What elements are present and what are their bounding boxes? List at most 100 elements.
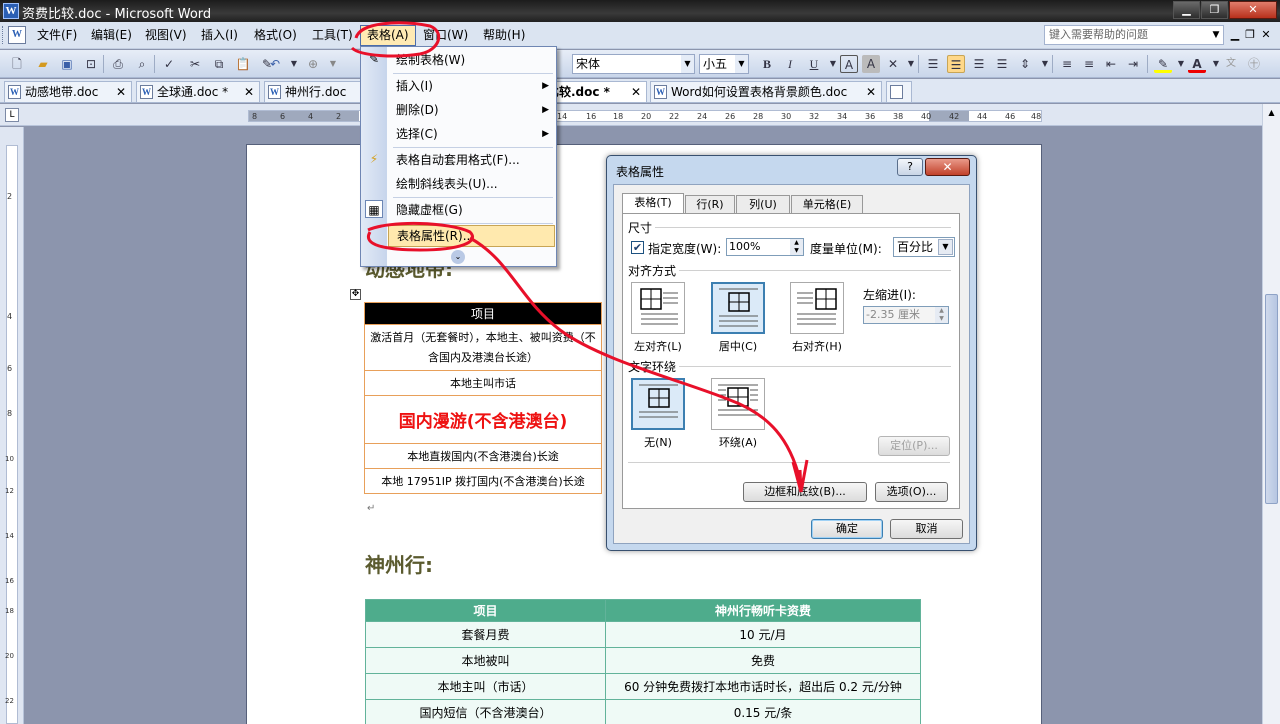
paste-icon[interactable]: 📋: [234, 55, 252, 73]
tab-selector-icon[interactable]: L: [5, 108, 19, 122]
copy-icon[interactable]: ⧉: [210, 55, 228, 73]
tab-close-icon[interactable]: ✕: [116, 82, 126, 102]
menu-item-insert[interactable]: 插入(I) ▶: [388, 75, 555, 97]
menu-tools[interactable]: 工具(T): [306, 25, 359, 46]
menu-format[interactable]: 格式(O): [248, 25, 303, 46]
close-button[interactable]: ✕: [1229, 1, 1277, 19]
tab-table[interactable]: 表格(T): [622, 193, 684, 214]
menu-window[interactable]: 窗口(W): [417, 25, 474, 46]
enclose-char-icon[interactable]: ㊉: [1245, 55, 1263, 73]
tab-dongganddidai[interactable]: W 动感地带.doc ✕: [4, 81, 132, 102]
save-icon[interactable]: ▣: [58, 55, 76, 73]
tab-close-icon[interactable]: ✕: [244, 82, 254, 102]
preferred-width-input[interactable]: 100% ▲ ▼: [726, 238, 804, 256]
tab-shenzhouxing[interactable]: W 神州行.doc: [264, 81, 361, 102]
print-icon[interactable]: ⎙: [109, 55, 127, 73]
hyperlink-icon[interactable]: ⊕: [304, 55, 322, 73]
decrease-indent-icon[interactable]: ⇤: [1102, 55, 1120, 73]
help-search-input[interactable]: 键入需要帮助的问题: [1044, 25, 1224, 45]
spin-down-icon[interactable]: ▼: [790, 247, 803, 255]
open-folder-icon[interactable]: ▰: [34, 55, 52, 73]
tab-close-icon[interactable]: ✕: [631, 82, 641, 102]
align-center-option[interactable]: [711, 282, 765, 334]
char-border-icon[interactable]: A: [840, 55, 858, 73]
distribute-icon[interactable]: ☰: [993, 55, 1011, 73]
borders-shading-button[interactable]: 边框和底纹(B)...: [743, 482, 867, 502]
menu-insert[interactable]: 插入(I): [195, 25, 244, 46]
menu-item-table-properties[interactable]: 表格属性(R)...: [388, 225, 555, 247]
menu-item-select[interactable]: 选择(C) ▶: [388, 123, 555, 145]
menu-view[interactable]: 视图(V): [139, 25, 193, 46]
maximize-button[interactable]: ❐: [1201, 1, 1228, 19]
menu-file[interactable]: 文件(F): [31, 25, 83, 46]
positioning-button[interactable]: 定位(P)...: [878, 436, 950, 456]
wrap-none-option[interactable]: [631, 378, 685, 430]
options-button[interactable]: 选项(O)...: [875, 482, 948, 502]
doc-minimize-icon[interactable]: ▁: [1228, 27, 1242, 43]
table-move-handle-icon[interactable]: ✥: [350, 289, 361, 300]
preferred-width-checkbox[interactable]: ✔: [631, 241, 644, 254]
phonetic-icon[interactable]: 文: [1222, 55, 1240, 73]
measure-unit-select[interactable]: 百分比 ▼: [893, 237, 955, 257]
tab-quanqiutong[interactable]: W 全球通.doc * ✕: [136, 81, 260, 102]
font-size-dropdown-icon[interactable]: ▼: [735, 55, 748, 73]
help-icon[interactable]: ?: [897, 158, 923, 176]
wrap-around-option[interactable]: [711, 378, 765, 430]
justify-icon[interactable]: ☰: [924, 55, 942, 73]
tab-column[interactable]: 列(U): [736, 195, 790, 213]
align-right-icon[interactable]: ☰: [970, 55, 988, 73]
vertical-scrollbar[interactable]: ▲: [1262, 104, 1280, 724]
menu-help[interactable]: 帮助(H): [477, 25, 531, 46]
new-document-icon[interactable]: 🗋: [8, 55, 26, 73]
char-shading-icon[interactable]: A: [862, 55, 880, 73]
menu-item-draw-table[interactable]: 绘制表格(W): [388, 49, 555, 71]
align-right-option[interactable]: [790, 282, 844, 334]
help-search-dropdown-icon[interactable]: ▼: [1210, 26, 1222, 44]
permission-icon[interactable]: ⊡: [82, 55, 100, 73]
table-shenzhouxing[interactable]: 项目 神州行畅听卡资费 套餐月费 10 元/月 本地被叫 免费 本地主叫（市话）…: [365, 599, 921, 724]
doc-restore-icon[interactable]: ❐: [1243, 27, 1257, 43]
italic-button[interactable]: I: [781, 55, 799, 73]
print-preview-icon[interactable]: ⌕: [133, 55, 151, 73]
spelling-icon[interactable]: ✓: [160, 55, 178, 73]
tab-row[interactable]: 行(R): [685, 195, 735, 213]
highlight-icon[interactable]: ✎: [1154, 55, 1172, 73]
align-center-icon[interactable]: ☰: [947, 55, 965, 73]
font-color-icon[interactable]: A: [1188, 55, 1206, 73]
minimize-button[interactable]: ▁: [1173, 1, 1200, 19]
left-indent-input[interactable]: -2.35 厘米 ▲ ▼: [863, 306, 949, 324]
tab-cell[interactable]: 单元格(E): [791, 195, 863, 213]
align-left-option[interactable]: [631, 282, 685, 334]
tab-word-table-bg[interactable]: W Word如何设置表格背景颜色.doc ✕: [650, 81, 882, 102]
char-scale-icon[interactable]: ✕: [884, 55, 902, 73]
bold-button[interactable]: B: [758, 55, 776, 73]
menu-item-delete[interactable]: 删除(D) ▶: [388, 99, 555, 121]
double-chevron-down-icon[interactable]: ⌄: [451, 250, 465, 264]
menu-edit[interactable]: 编辑(E): [85, 25, 138, 46]
new-tab-button[interactable]: [886, 81, 912, 102]
ok-button[interactable]: 确定: [811, 519, 883, 539]
increase-indent-icon[interactable]: ⇥: [1124, 55, 1142, 73]
spin-up-icon[interactable]: ▲: [935, 307, 948, 315]
menu-table[interactable]: 表格(A): [360, 25, 416, 46]
line-spacing-icon[interactable]: ⇕: [1016, 55, 1034, 73]
scroll-thumb[interactable]: [1265, 294, 1278, 504]
spin-down-icon[interactable]: ▼: [935, 315, 948, 323]
numbering-icon[interactable]: ≡: [1058, 55, 1076, 73]
document-icon[interactable]: W: [8, 26, 26, 44]
redo-dropdown-icon[interactable]: ▼: [324, 55, 342, 73]
menu-item-hide-gridlines[interactable]: 隐藏虚框(G): [388, 199, 555, 221]
table-dongganddidai[interactable]: 项目 激活首月（无套餐时），本地主、被叫资费（不含国内及港澳台长途） 本地主叫市…: [364, 302, 602, 494]
close-icon[interactable]: ✕: [925, 158, 970, 176]
font-size-combo[interactable]: 小五 ▼: [699, 54, 749, 74]
spin-up-icon[interactable]: ▲: [790, 239, 803, 247]
vertical-ruler-strip[interactable]: [6, 145, 18, 724]
word-app-icon[interactable]: W: [3, 3, 19, 19]
undo-icon[interactable]: ↶: [266, 55, 284, 73]
cut-icon[interactable]: ✂: [186, 55, 204, 73]
menu-item-diagonal-header[interactable]: 绘制斜线表头(U)...: [388, 173, 555, 195]
bullets-icon[interactable]: ≡: [1080, 55, 1098, 73]
underline-button[interactable]: U: [805, 55, 823, 73]
doc-close-icon[interactable]: ✕: [1259, 27, 1273, 43]
tab-close-icon[interactable]: ✕: [866, 82, 876, 102]
